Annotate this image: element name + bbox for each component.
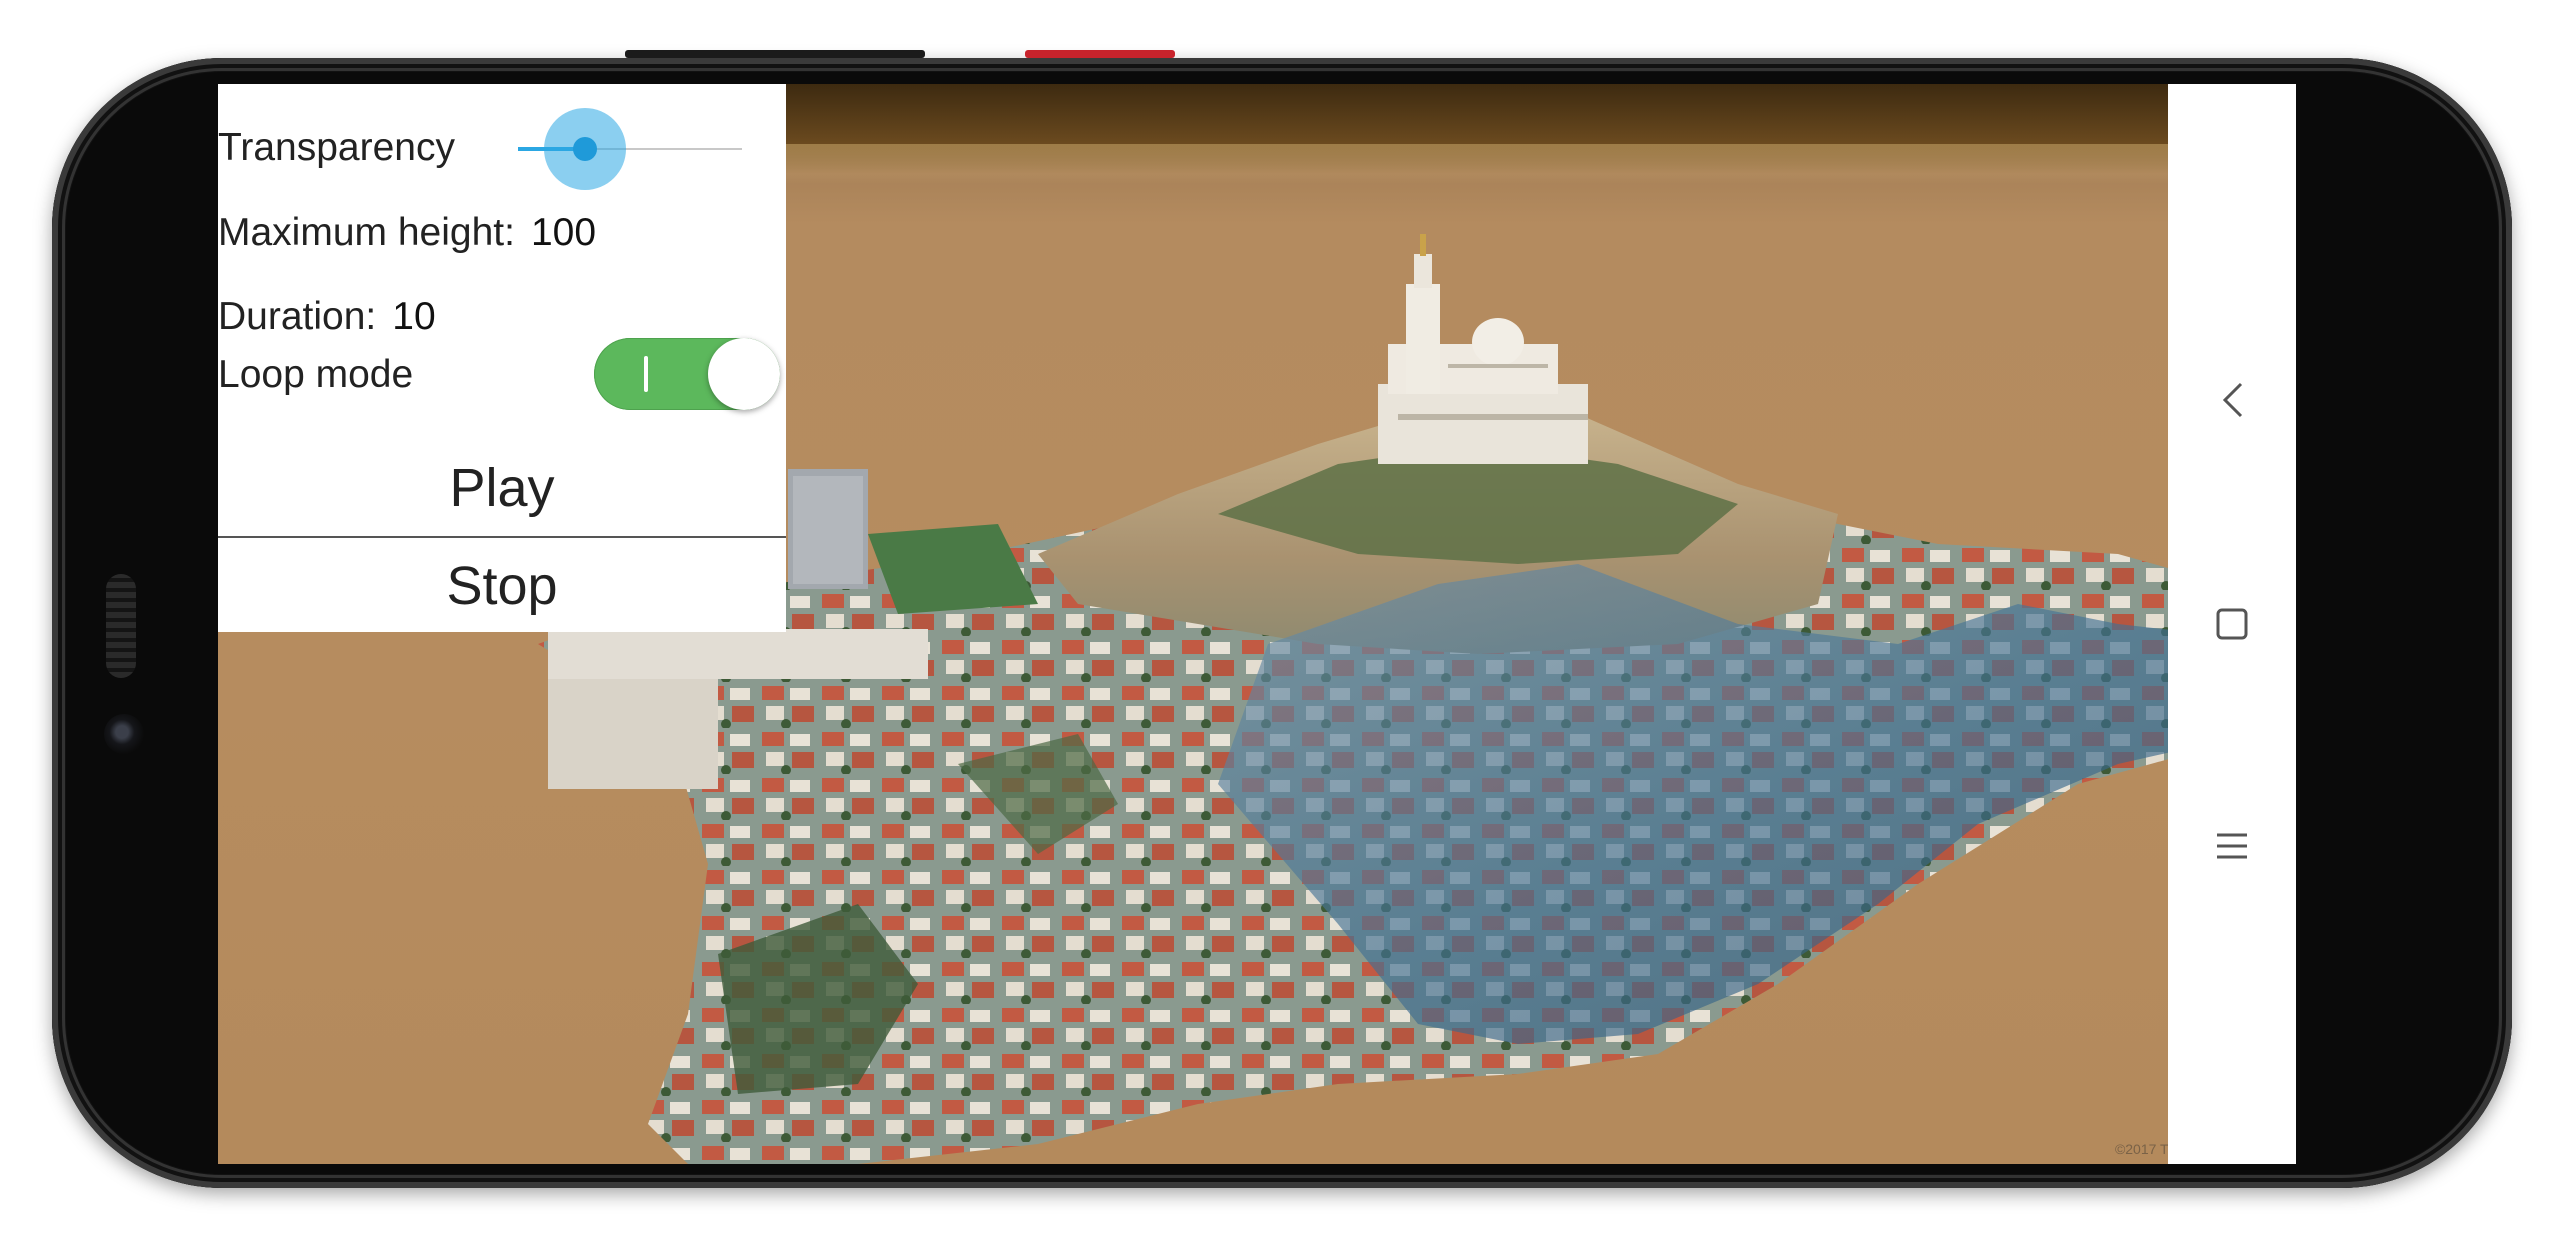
- basilica-landmark: [1378, 234, 1588, 464]
- max-height-row: Maximum height: 100: [218, 210, 596, 256]
- play-button[interactable]: Play: [218, 438, 786, 538]
- chevron-left-icon[interactable]: [2212, 380, 2252, 420]
- max-height-label: Maximum height:: [218, 211, 515, 254]
- duration-input[interactable]: 10: [392, 295, 435, 339]
- earpiece-speaker: [106, 574, 136, 678]
- toggle-thumb: [708, 338, 780, 410]
- control-panel: Transparency Maximum height: 100 Duratio…: [218, 84, 786, 632]
- front-camera: [104, 714, 144, 754]
- square-icon[interactable]: [2212, 604, 2252, 644]
- screen: ©2017 TM ✕ ε Transparency Maximum height…: [218, 84, 2296, 1164]
- toggle-on-mark: [644, 356, 648, 392]
- stop-button[interactable]: Stop: [218, 540, 786, 632]
- power-button: [1025, 50, 1175, 58]
- loop-mode-label: Loop mode: [218, 353, 414, 396]
- transparency-row: Transparency: [218, 126, 455, 170]
- max-height-input[interactable]: 100: [531, 211, 596, 255]
- menu-icon[interactable]: [2212, 826, 2252, 866]
- loop-row: Loop mode: [218, 352, 413, 398]
- loop-mode-toggle[interactable]: [594, 338, 780, 410]
- android-nav-bar: [2168, 84, 2296, 1164]
- transparency-label: Transparency: [218, 126, 455, 169]
- duration-label: Duration:: [218, 295, 377, 338]
- slider-thumb[interactable]: [573, 137, 598, 161]
- transparency-slider[interactable]: [518, 108, 742, 190]
- volume-button: [625, 50, 925, 58]
- duration-row: Duration: 10: [218, 294, 436, 340]
